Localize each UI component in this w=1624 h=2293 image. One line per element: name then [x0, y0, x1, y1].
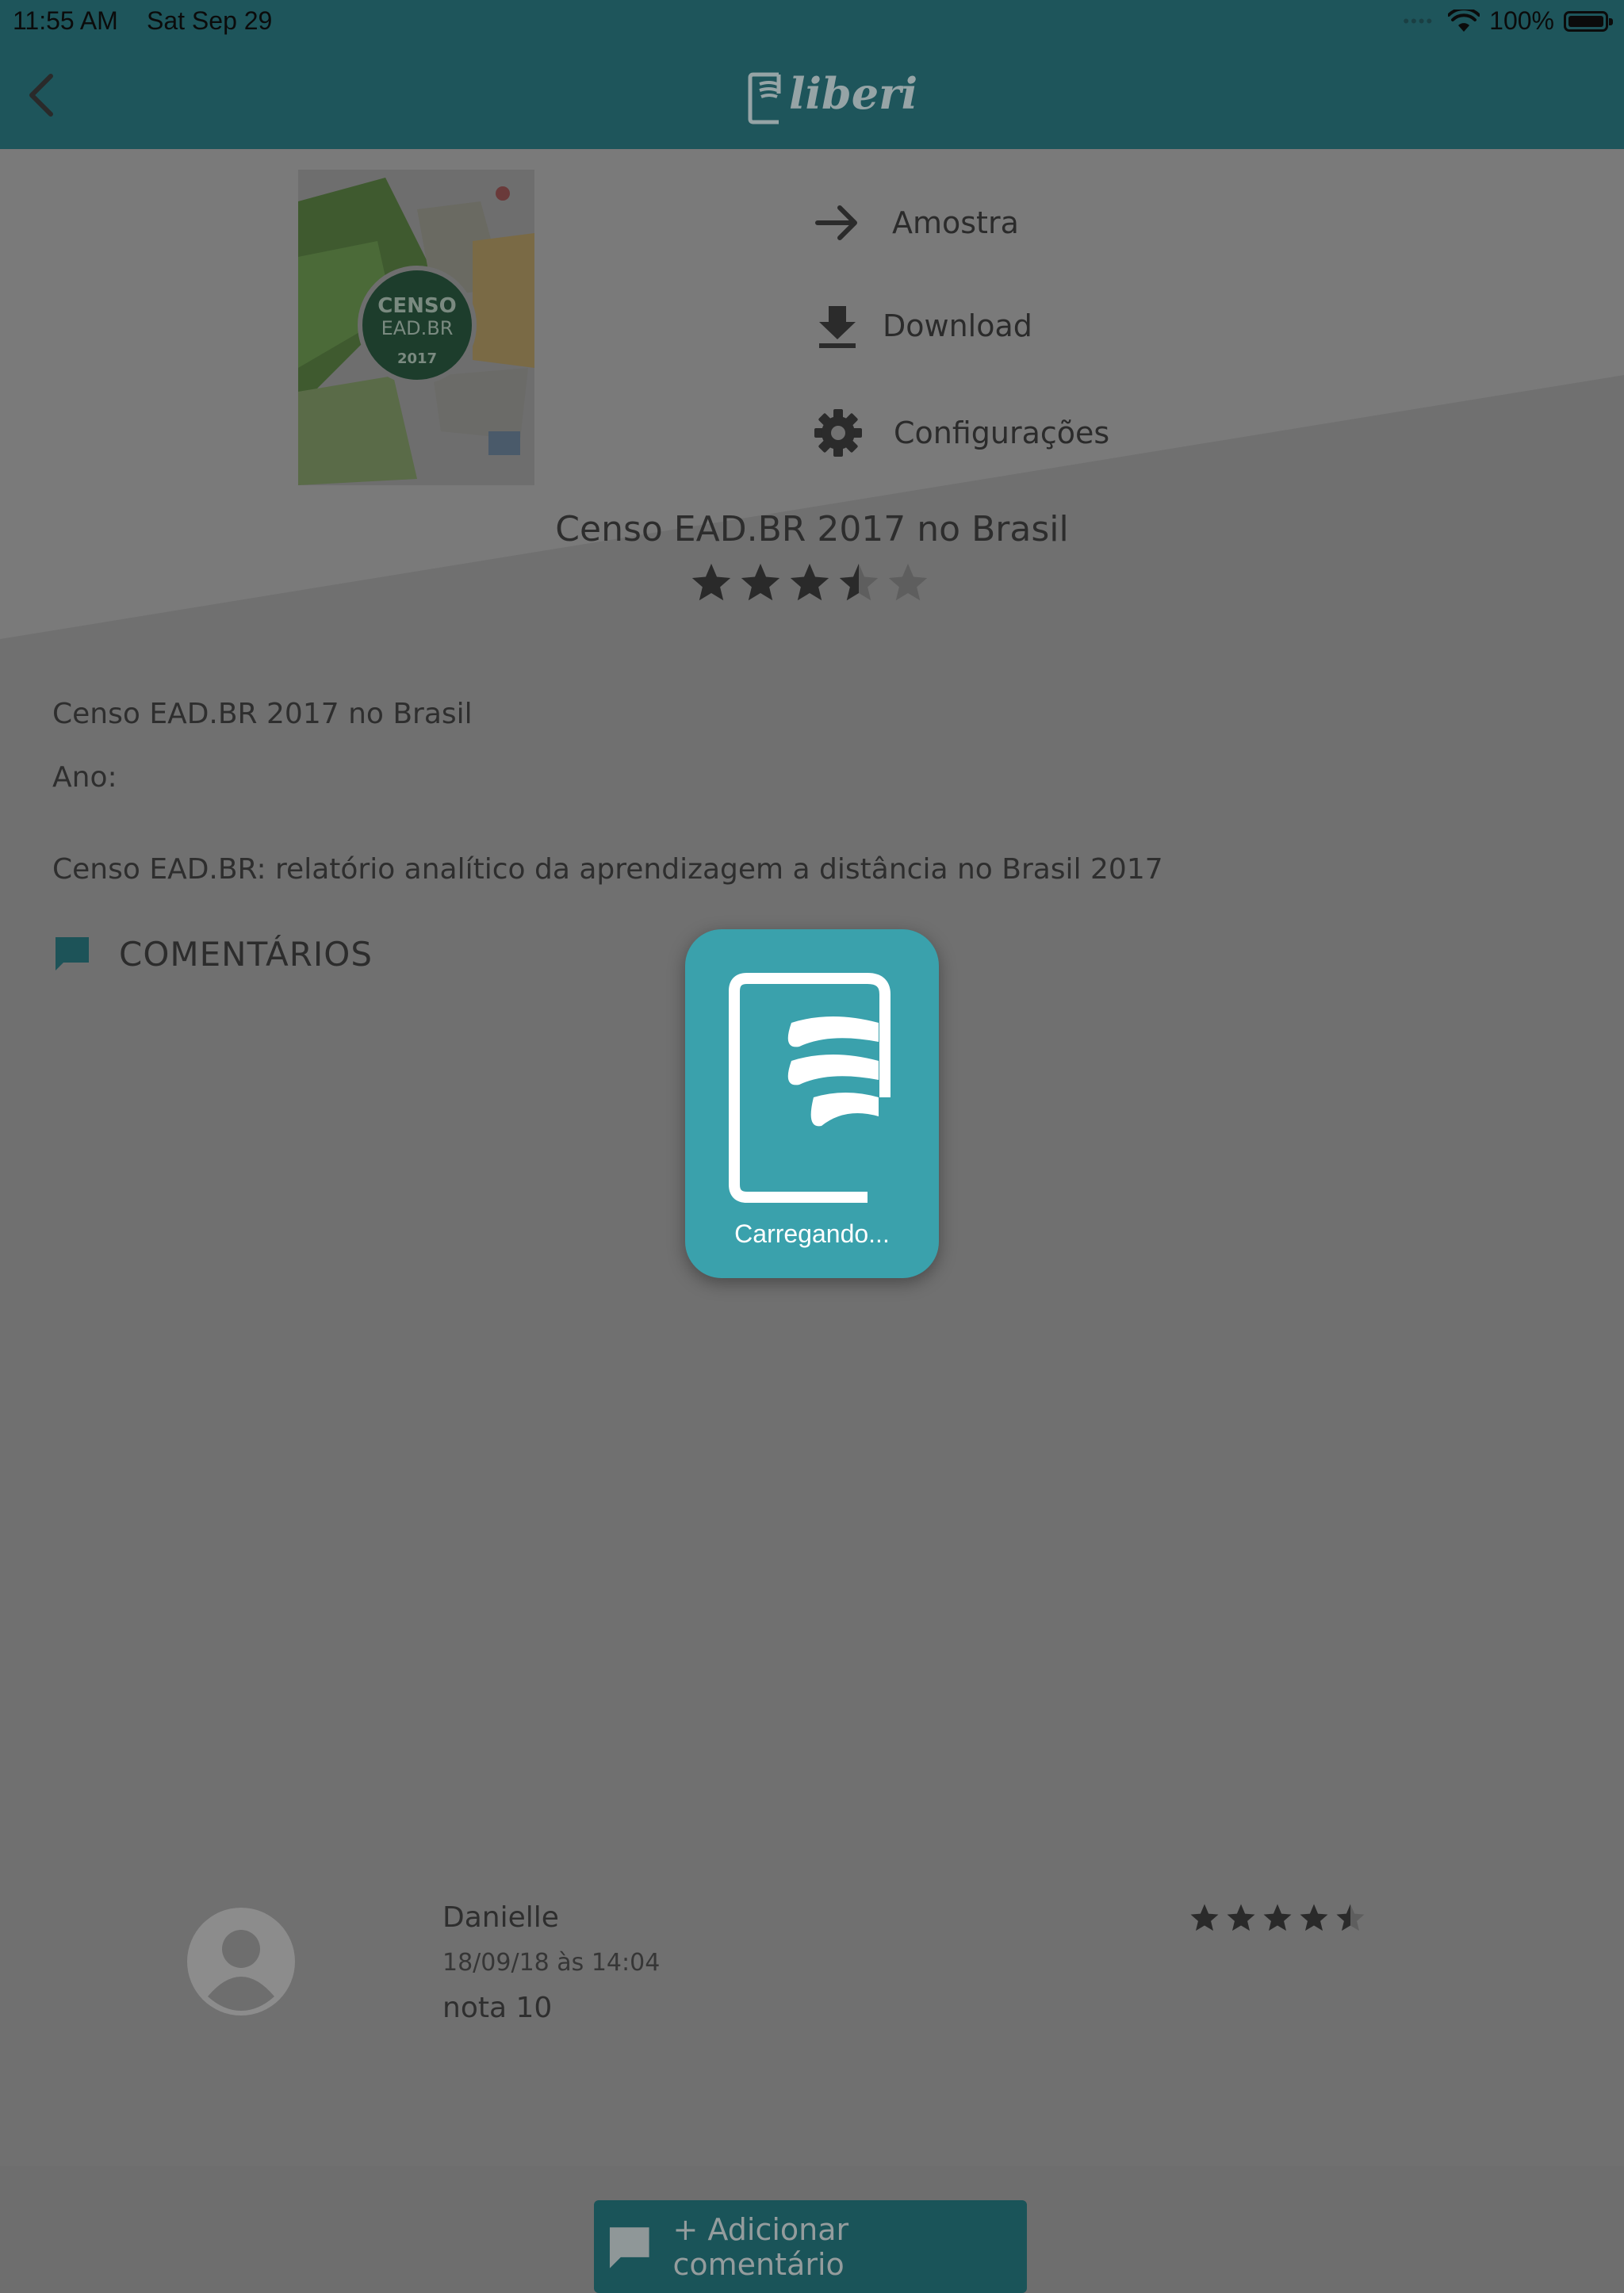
star-half-icon — [1336, 1904, 1365, 1931]
comment-author: Danielle — [442, 1901, 559, 1934]
wifi-icon — [1448, 9, 1480, 32]
battery-percent: 100% — [1489, 6, 1554, 35]
comment-item: Danielle 18/09/18 às 14:04 nota 10 — [0, 1893, 1624, 2052]
comments-heading-label: COMENTÁRIOS — [119, 934, 373, 974]
cover-line1: CENSO — [377, 294, 456, 318]
cover-line2: EAD.BR — [381, 317, 454, 339]
star-full-icon — [1227, 1904, 1255, 1931]
download-label: Download — [883, 308, 1032, 343]
comments-heading: COMENTÁRIOS — [52, 934, 373, 974]
logo-text: liberi — [789, 68, 918, 119]
star-empty-icon — [888, 563, 928, 601]
cover-art: CENSO EAD.BR 2017 — [298, 170, 534, 485]
comment-icon — [609, 2226, 649, 2268]
year-label: Ano: — [52, 761, 117, 794]
loading-book-icon — [729, 973, 891, 1203]
user-icon — [208, 1930, 274, 2011]
book-description: Censo EAD.BR: relatório analítico da apr… — [52, 853, 1163, 886]
star-full-icon — [1263, 1904, 1292, 1931]
cover-year: 2017 — [397, 350, 437, 367]
download-button[interactable]: Download — [813, 301, 1032, 350]
status-time: 11:55 AM — [13, 6, 118, 35]
star-full-icon — [741, 563, 780, 601]
add-comment-label: + Adicionar comentário — [672, 2211, 849, 2282]
sample-label: Amostra — [892, 205, 1019, 240]
download-icon — [819, 306, 856, 348]
star-full-icon — [1190, 1904, 1219, 1931]
status-right: •••• 100% — [1403, 6, 1613, 36]
book-rating — [688, 560, 931, 606]
status-bar: 11:55 AM Sat Sep 29 •••• 100% — [0, 0, 1624, 43]
star-full-icon — [691, 563, 731, 601]
comment-text: nota 10 — [442, 1992, 553, 2024]
book-cover-image[interactable]: CENSO EAD.BR 2017 — [298, 170, 534, 485]
star-full-icon — [790, 563, 829, 601]
loading-text: Carregando... — [734, 1219, 890, 1248]
comment-icon — [56, 937, 89, 970]
arrow-right-icon — [815, 205, 857, 240]
star-half-icon — [839, 563, 879, 601]
gear-icon — [814, 409, 862, 457]
comment-date: 18/09/18 às 14:04 — [442, 1949, 661, 1977]
chevron-left-icon — [29, 74, 53, 117]
settings-label: Configurações — [894, 415, 1110, 450]
comment-rating — [1188, 1901, 1367, 1935]
star-full-icon — [1300, 1904, 1328, 1931]
sample-button[interactable]: Amostra — [813, 198, 1019, 247]
settings-button[interactable]: Configurações — [813, 408, 1109, 458]
details-title: Censo EAD.BR 2017 no Brasil — [52, 698, 473, 730]
status-date: Sat Sep 29 — [147, 6, 273, 35]
app-header: liberi — [0, 43, 1624, 149]
book-title: Censo EAD.BR 2017 no Brasil — [555, 509, 1069, 549]
back-button[interactable] — [16, 67, 71, 122]
signal-dots-icon: •••• — [1403, 10, 1434, 31]
add-comment-button[interactable]: + Adicionar comentário — [594, 2200, 1027, 2293]
app-logo: liberi — [745, 67, 917, 130]
avatar — [187, 1908, 295, 2015]
battery-icon — [1564, 10, 1613, 32]
loading-dialog: Carregando... — [685, 929, 939, 1278]
logo-book-icon — [748, 72, 781, 124]
